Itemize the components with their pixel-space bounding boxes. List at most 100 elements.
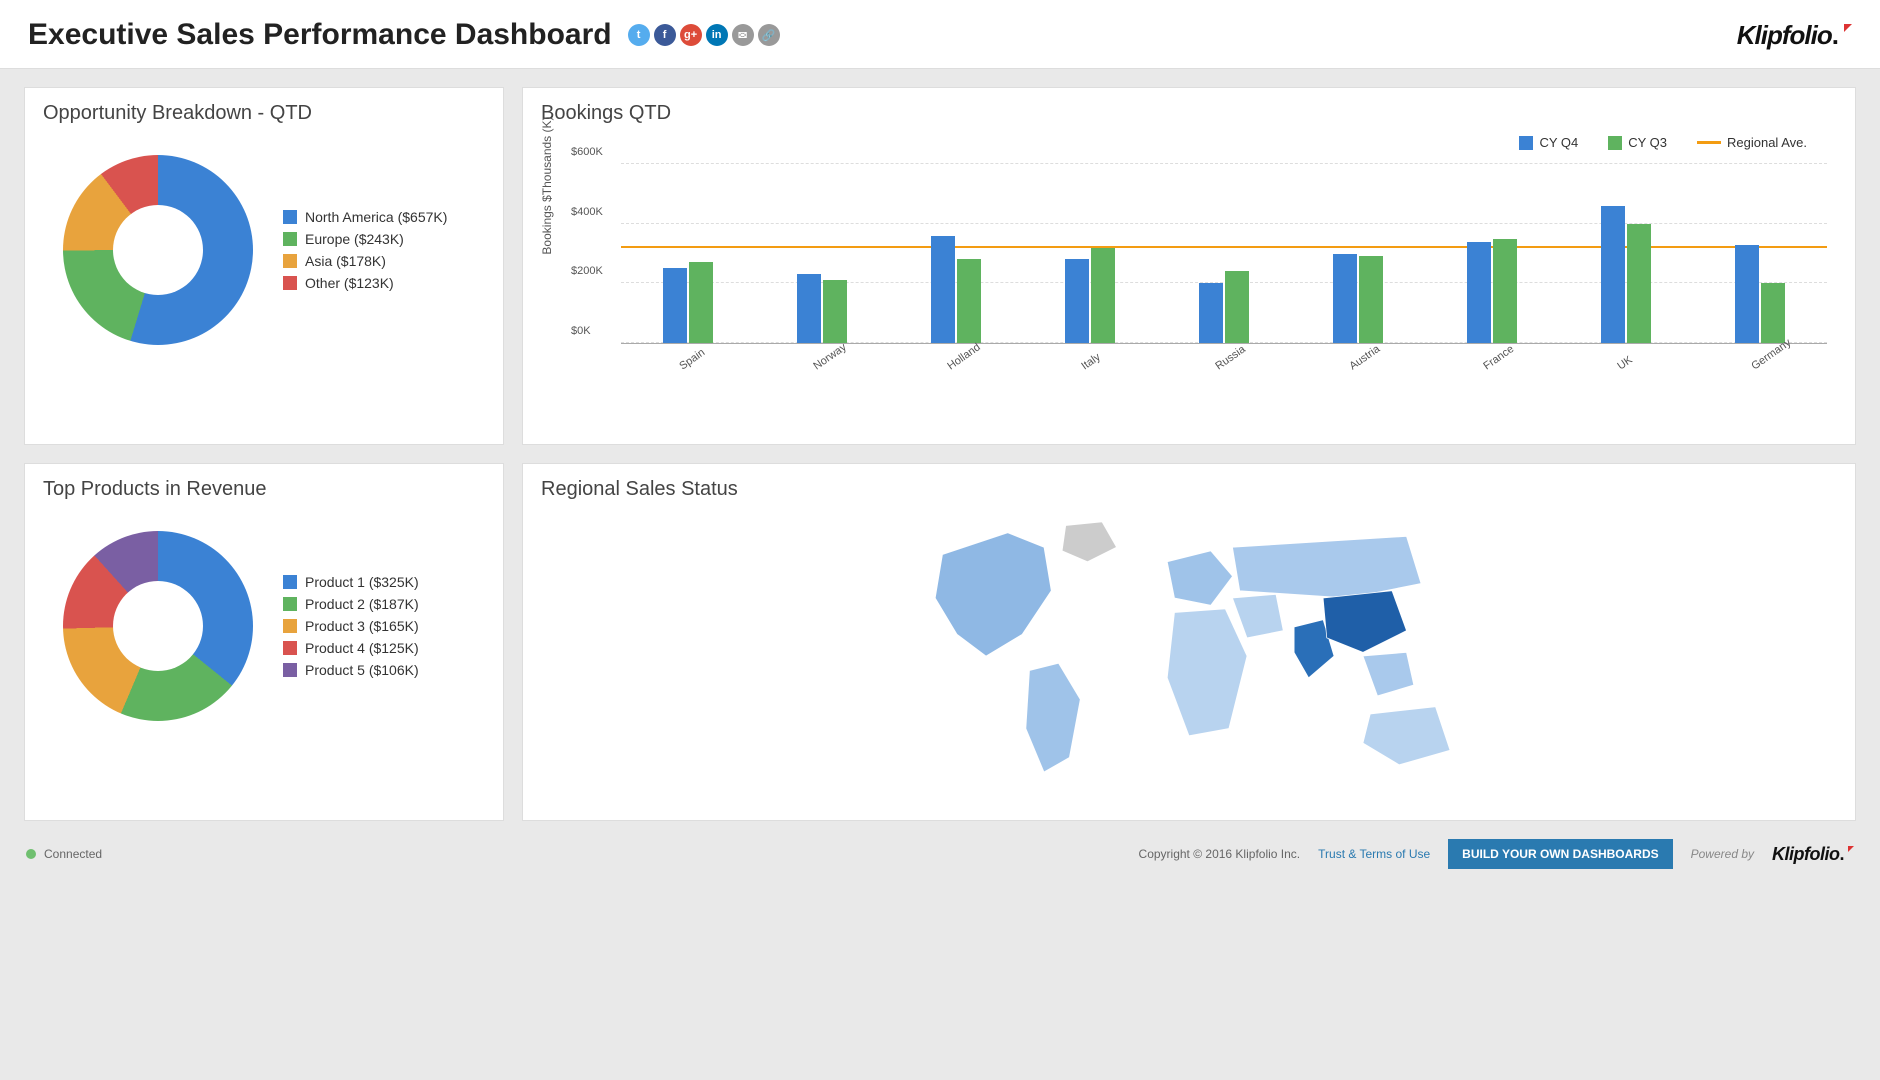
- products-chart[interactable]: Product 1 ($325K) Product 2 ($187K) Produc…: [43, 511, 485, 721]
- legend-label: CY Q3: [1628, 135, 1667, 150]
- legend-row: North America ($657K): [283, 209, 447, 225]
- bar[interactable]: [1091, 248, 1115, 343]
- legend-swatch: [283, 663, 297, 677]
- y-tick: $0K: [571, 325, 591, 337]
- share-icons: t f g+ in ✉ 🔗: [628, 24, 780, 46]
- legend-row: Product 4 ($125K): [283, 640, 419, 656]
- bar-group: Russia: [1157, 164, 1291, 343]
- card-opportunity: Opportunity Breakdown - QTD North Americ…: [24, 87, 504, 445]
- brand-logo-small: Klipfolio.: [1772, 844, 1854, 865]
- bar[interactable]: [1359, 256, 1383, 343]
- x-tick: Italy: [1079, 351, 1102, 372]
- y-axis-label: Bookings $Thousands (K): [540, 116, 554, 254]
- status-text: Connected: [44, 847, 102, 861]
- header: Executive Sales Performance Dashboard t …: [0, 0, 1880, 69]
- legend-row: Asia ($178K): [283, 253, 447, 269]
- legend-swatch: [1608, 136, 1622, 150]
- legend-products: Product 1 ($325K) Product 2 ($187K) Produc…: [283, 574, 419, 678]
- y-tick: $200K: [571, 265, 603, 277]
- x-tick: Norway: [811, 341, 848, 372]
- bar-group: Holland: [889, 164, 1023, 343]
- bar[interactable]: [1493, 239, 1517, 343]
- legend-label: Product 1 ($325K): [305, 574, 419, 590]
- legend-label: CY Q4: [1539, 135, 1578, 150]
- y-tick: $400K: [571, 206, 603, 218]
- legend-swatch: [283, 232, 297, 246]
- legend-swatch: [1519, 136, 1533, 150]
- status-dot-icon: [26, 849, 36, 859]
- legend-opportunity: North America ($657K)Europe ($243K)Asia …: [283, 209, 447, 291]
- x-tick: Russia: [1213, 343, 1247, 372]
- card-title: Top Products in Revenue: [43, 478, 485, 501]
- bar[interactable]: [663, 268, 687, 343]
- x-tick: France: [1481, 343, 1516, 372]
- bar[interactable]: [1065, 259, 1089, 343]
- legend-label: North America ($657K): [305, 209, 447, 225]
- bar-plot: $0K$200K$400K$600KSpainNorwayHollandItal…: [621, 164, 1827, 344]
- card-products: Top Products in Revenue Product 1 ($325K…: [24, 463, 504, 821]
- legend-swatch: [283, 619, 297, 633]
- legend-row: CY Q3: [1608, 135, 1667, 150]
- bar[interactable]: [1735, 245, 1759, 343]
- link-icon[interactable]: 🔗: [758, 24, 780, 46]
- build-dashboards-button[interactable]: BUILD YOUR OWN DASHBOARDS: [1448, 839, 1672, 869]
- card-title: Opportunity Breakdown - QTD: [43, 102, 485, 125]
- bar[interactable]: [1761, 283, 1785, 343]
- legend-label: Asia ($178K): [305, 253, 386, 269]
- bar[interactable]: [1333, 254, 1357, 344]
- legend-row: Product 2 ($187K): [283, 596, 419, 612]
- world-map-svg: [809, 511, 1569, 801]
- legend-label: Regional Ave.: [1727, 135, 1807, 150]
- legend-label: Product 2 ($187K): [305, 596, 419, 612]
- bar[interactable]: [1467, 242, 1491, 343]
- footer: Connected Copyright © 2016 Klipfolio Inc…: [0, 829, 1880, 883]
- bar[interactable]: [957, 259, 981, 343]
- bar[interactable]: [1225, 271, 1249, 343]
- x-tick: Spain: [677, 347, 707, 373]
- bar-group: Spain: [621, 164, 755, 343]
- bookings-chart[interactable]: Bookings $Thousands (K) $0K$200K$400K$60…: [541, 154, 1837, 424]
- bar[interactable]: [797, 274, 821, 343]
- legend-row: Product 1 ($325K): [283, 574, 419, 590]
- legend-swatch: [283, 575, 297, 589]
- twitter-icon[interactable]: t: [628, 24, 650, 46]
- card-map: Regional Sales Status: [522, 463, 1856, 821]
- bar-group: Germany: [1693, 164, 1827, 343]
- bar-group: Norway: [755, 164, 889, 343]
- bar[interactable]: [689, 262, 713, 343]
- bar[interactable]: [931, 236, 955, 343]
- opportunity-chart[interactable]: North America ($657K)Europe ($243K)Asia …: [43, 135, 485, 345]
- bar[interactable]: [823, 280, 847, 343]
- legend-swatch: [283, 597, 297, 611]
- bar[interactable]: [1601, 206, 1625, 343]
- legend-row: Product 3 ($165K): [283, 618, 419, 634]
- google-plus-icon[interactable]: g+: [680, 24, 702, 46]
- legend-label: Product 5 ($106K): [305, 662, 419, 678]
- legend-label: Product 4 ($125K): [305, 640, 419, 656]
- bar[interactable]: [1199, 283, 1223, 343]
- terms-link[interactable]: Trust & Terms of Use: [1318, 847, 1430, 861]
- bar-group: Italy: [1023, 164, 1157, 343]
- footer-left: Connected: [26, 847, 102, 861]
- dashboard-grid: Opportunity Breakdown - QTD North Americ…: [0, 69, 1880, 829]
- linkedin-icon[interactable]: in: [706, 24, 728, 46]
- legend-label: Other ($123K): [305, 275, 394, 291]
- header-left: Executive Sales Performance Dashboard t …: [28, 18, 780, 52]
- legend-row: Other ($123K): [283, 275, 447, 291]
- donut-products: [63, 531, 253, 721]
- brand-logo: Klipfolio.: [1737, 20, 1852, 51]
- email-icon[interactable]: ✉: [732, 24, 754, 46]
- x-tick: Holland: [945, 341, 982, 372]
- card-title: Bookings QTD: [541, 102, 1837, 125]
- legend-row: Product 5 ($106K): [283, 662, 419, 678]
- copyright-text: Copyright © 2016 Klipfolio Inc.: [1139, 847, 1301, 861]
- card-bookings: Bookings QTD CY Q4 CY Q3 Regional Ave. Boo…: [522, 87, 1856, 445]
- facebook-icon[interactable]: f: [654, 24, 676, 46]
- powered-by-text: Powered by: [1691, 847, 1754, 861]
- legend-swatch: [283, 641, 297, 655]
- world-map[interactable]: [541, 511, 1837, 801]
- bar[interactable]: [1627, 224, 1651, 343]
- bar-group: Austria: [1291, 164, 1425, 343]
- legend-row: CY Q4: [1519, 135, 1578, 150]
- bar-group: UK: [1559, 164, 1693, 343]
